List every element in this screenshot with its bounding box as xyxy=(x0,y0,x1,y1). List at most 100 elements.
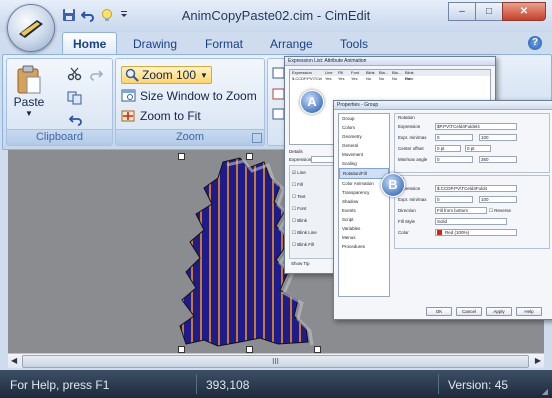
minimize-button[interactable]: – xyxy=(448,2,476,21)
paste-button[interactable]: Paste ▼ xyxy=(11,65,47,118)
table-cell: Yes xyxy=(338,76,345,81)
close-button[interactable]: ✕ xyxy=(502,2,546,21)
selection-handle[interactable] xyxy=(246,346,253,353)
scrollbar-thumb[interactable]: III xyxy=(22,355,529,368)
zoom-level-dropdown[interactable]: Zoom 100 ▼ xyxy=(121,66,212,84)
cancel-button[interactable]: Cancel xyxy=(456,307,482,316)
checkbox-blink[interactable]: ☐ Blink xyxy=(292,218,307,224)
rotation-min-input[interactable]: 0 xyxy=(435,134,473,141)
nav-item-menus[interactable]: Menus xyxy=(339,233,389,242)
table-cell: No xyxy=(405,76,411,81)
status-divider xyxy=(196,374,197,394)
help-icon[interactable]: ? xyxy=(528,36,542,50)
status-coordinates: 393,108 xyxy=(206,378,250,392)
clipboard-group: Paste ▼ Clipboard xyxy=(6,58,113,146)
checkbox-font[interactable]: ☐ Font xyxy=(292,206,306,212)
table-cell: $.CCDP.PV\TCeld4... xyxy=(292,76,322,81)
color-value: Red (100%) xyxy=(445,230,470,235)
undo-button[interactable] xyxy=(69,112,83,126)
rotation-expression-input[interactable]: $P.PV\TCeld4Fuldel4 xyxy=(435,123,517,130)
expression-label: Expression xyxy=(289,157,312,162)
selection-handle[interactable] xyxy=(178,153,185,160)
selection-handle[interactable] xyxy=(314,346,321,353)
nav-item-group[interactable]: Group xyxy=(339,114,389,123)
tab-arrange[interactable]: Arrange xyxy=(270,37,313,51)
cimedit-logo-icon xyxy=(19,20,43,38)
center-offset-x-input[interactable]: 0 pt xyxy=(435,145,461,152)
nav-item-shadow[interactable]: Shadow xyxy=(339,197,389,206)
checkbox-text[interactable]: ☐ Text xyxy=(292,194,305,200)
fill-expression-input[interactable]: $.CCDP.PV\TCeld4Fuld4 xyxy=(435,185,517,192)
status-divider xyxy=(438,374,439,394)
size-window-to-zoom-button[interactable]: Size Window to Zoom xyxy=(121,89,257,103)
checkbox-fill[interactable]: ☐ Fill xyxy=(292,182,303,188)
details-label: Details xyxy=(289,149,303,154)
zoom-to-fit-button[interactable]: Zoom to Fit xyxy=(121,109,201,123)
ok-button[interactable]: OK xyxy=(426,307,452,316)
help-button[interactable]: Help xyxy=(516,307,542,316)
copy-icon xyxy=(67,91,82,105)
rotation-max-value: 100 xyxy=(481,135,489,140)
reverse-checkbox[interactable]: ☐ Reverse xyxy=(489,208,511,214)
callout-b: B xyxy=(381,173,405,197)
color-select[interactable]: Red (100%) xyxy=(435,229,517,236)
fill-style-label: Fill Style xyxy=(398,219,416,224)
paste-label: Paste xyxy=(13,95,45,109)
nav-item-events[interactable]: Events xyxy=(339,206,389,215)
fill-style-select[interactable]: Solid xyxy=(435,218,507,225)
scroll-right-icon[interactable]: ▶ xyxy=(535,356,541,365)
nav-item-scaling[interactable]: Scaling xyxy=(339,159,389,168)
nav-item-movement[interactable]: Movement xyxy=(339,150,389,159)
nav-item-general[interactable]: General xyxy=(339,141,389,150)
animation-checkboxes: ☑ Line ☐ Fill ☐ Text ☐ Font ☐ Blink ☐ Bl… xyxy=(289,165,339,259)
nav-item-colors[interactable]: Colors xyxy=(339,123,389,132)
checkbox-line[interactable]: ☑ Line xyxy=(292,170,306,176)
size-window-label: Size Window to Zoom xyxy=(140,89,257,103)
fill-max-input[interactable]: 100 xyxy=(479,196,517,203)
table-cell: No xyxy=(379,76,385,81)
checkbox-blink-line[interactable]: ☐ Blink Line xyxy=(292,230,317,236)
rotation-expression-label: Expression xyxy=(398,124,421,129)
center-offset-x-value: 0 pt xyxy=(437,146,445,151)
nav-item-procedures[interactable]: Procedures xyxy=(339,242,389,251)
callout-a: A xyxy=(300,90,324,114)
tab-format[interactable]: Format xyxy=(205,37,243,51)
direction-select[interactable]: Fill from bottom xyxy=(435,207,487,214)
horizontal-scrollbar[interactable]: ◀ III ▶ xyxy=(8,353,544,368)
cut-button[interactable] xyxy=(67,67,103,81)
tab-tools[interactable]: Tools xyxy=(340,37,368,51)
copy-button[interactable] xyxy=(67,91,83,105)
tab-drawing[interactable]: Drawing xyxy=(133,37,177,51)
checkbox-blink-fill[interactable]: ☐ Blink Fill xyxy=(292,242,314,248)
zoom-dialog-launcher[interactable] xyxy=(252,133,262,143)
zoom-group: Zoom 100 ▼ Size Window to Zoom Zoom to F… xyxy=(115,58,265,146)
apply-button[interactable]: Apply xyxy=(486,307,512,316)
application-menu-button[interactable] xyxy=(7,4,55,52)
fill-min-input[interactable]: 0 xyxy=(435,196,473,203)
max-angle-input[interactable]: 360 xyxy=(479,156,517,163)
paste-dropdown-icon[interactable]: ▼ xyxy=(25,109,33,118)
nav-item-variables[interactable]: Variables xyxy=(339,224,389,233)
expression-dialog-title: Expression List: Attribute Animation xyxy=(285,57,495,66)
min-angle-input[interactable]: 0 xyxy=(435,156,473,163)
rotation-section-label: Rotation xyxy=(398,115,415,120)
maximize-button[interactable]: □ xyxy=(475,2,503,21)
resize-grip-icon[interactable]: ◢ xyxy=(542,387,548,396)
min-angle-value: 0 xyxy=(437,157,440,162)
selection-handle[interactable] xyxy=(246,153,253,160)
nav-item-geometry[interactable]: Geometry xyxy=(339,132,389,141)
scroll-left-icon[interactable]: ◀ xyxy=(11,356,17,365)
zoom-to-fit-label: Zoom to Fit xyxy=(140,109,201,123)
fill-max-value: 100 xyxy=(481,197,489,202)
nav-item-script[interactable]: Script xyxy=(339,215,389,224)
magnifier-icon xyxy=(125,68,139,82)
tab-home[interactable]: Home xyxy=(62,32,118,54)
table-row[interactable]: $.CCDP.PV\TCeld4... Yes Yes Yes No No No… xyxy=(290,76,490,82)
table-cell: No xyxy=(392,76,398,81)
rotation-max-input[interactable]: 100 xyxy=(479,134,517,141)
center-offset-y-value: 0 pt xyxy=(467,146,475,151)
redo-icon xyxy=(90,70,103,81)
selection-handle[interactable] xyxy=(178,346,185,353)
nav-item-rotation-fill[interactable]: Rotation/Fill xyxy=(339,168,389,179)
center-offset-y-input[interactable]: 0 pt xyxy=(465,145,491,152)
